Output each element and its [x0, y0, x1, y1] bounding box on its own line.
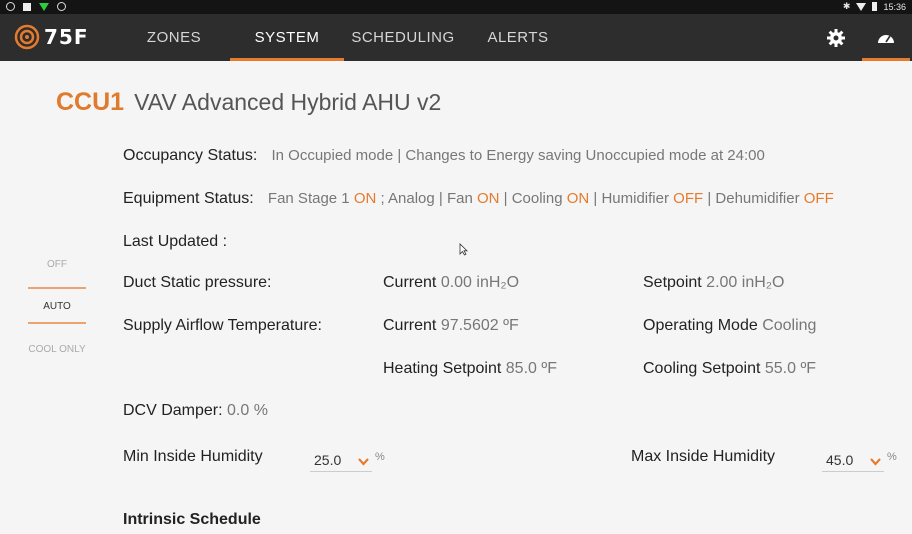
cooling-setpoint: Cooling Setpoint 55.0 ºF	[643, 360, 816, 378]
occupancy-status-value: In Occupied mode | Changes to Energy sav…	[271, 147, 765, 164]
equipment-part-text: ; Analog | Fan	[376, 190, 477, 207]
last-updated-label: Last Updated :	[123, 233, 228, 250]
equipment-part-state: OFF	[673, 190, 704, 207]
occupancy-status-label: Occupancy Status:	[123, 147, 258, 164]
intrinsic-schedule-heading: Intrinsic Schedule	[123, 511, 261, 528]
min-inside-humidity-label: Min Inside Humidity	[123, 448, 263, 465]
sync-icon	[57, 2, 66, 11]
max-humidity-unit: %	[887, 451, 897, 463]
battery-icon	[872, 2, 878, 11]
tab-alerts[interactable]: ALERTS	[478, 14, 558, 61]
dcv-damper: DCV Damper: 0.0 %	[123, 402, 268, 420]
max-humidity-value: 45.0	[826, 452, 854, 468]
mode-selection-divider	[28, 322, 86, 324]
operating-mode: Operating Mode Cooling	[643, 317, 816, 335]
heating-setpoint-value: 85.0 ºF	[505, 360, 557, 377]
equipment-part-text: | Dehumidifier	[703, 190, 804, 207]
supply-current-value: 97.5602 ºF	[440, 317, 519, 334]
signal-icon	[39, 2, 49, 11]
equipment-status-row: Equipment Status: Fan Stage 1 ON ; Analo…	[123, 190, 834, 208]
notification-icon	[6, 2, 15, 11]
page-title: CCU1 VAV Advanced Hybrid AHU v2	[56, 88, 441, 117]
heating-setpoint: Heating Setpoint 85.0 ºF	[383, 360, 557, 378]
mode-off-option[interactable]: OFF	[28, 259, 86, 270]
duct-current-value: 0.00 inH₂O	[440, 274, 520, 291]
heating-setpoint-label: Heating Setpoint	[383, 360, 502, 377]
tab-system[interactable]: SYSTEM	[230, 14, 344, 61]
occupancy-status-row: Occupancy Status: In Occupied mode | Cha…	[123, 147, 765, 165]
min-humidity-unit: %	[375, 451, 385, 463]
status-time: 15:36	[883, 1, 906, 12]
equipment-status-label: Equipment Status:	[123, 190, 254, 207]
chevron-down-icon	[870, 453, 881, 471]
logo-text: 75F	[44, 25, 89, 49]
screenshot-icon	[23, 2, 31, 11]
equipment-part-state: ON	[476, 190, 500, 207]
max-inside-humidity-label: Max Inside Humidity	[631, 448, 776, 465]
mode-cool-only-option[interactable]: COOL ONLY	[28, 344, 86, 355]
duct-current: Current 0.00 inH₂O	[383, 274, 519, 292]
mode-selection-divider	[28, 287, 86, 289]
max-humidity-dropdown[interactable]: 45.0	[822, 449, 884, 472]
top-navigation: 75F ZONES SYSTEM SCHEDULING ALERTS	[0, 14, 912, 61]
system-profile-name: VAV Advanced Hybrid AHU v2	[134, 89, 442, 115]
supply-current-label: Current	[383, 317, 437, 334]
bluetooth-icon: ✱	[842, 1, 851, 11]
equipment-part-text: | Humidifier	[589, 190, 674, 207]
operating-mode-value: Cooling	[762, 317, 817, 334]
brand-logo: 75F	[14, 24, 89, 50]
equipment-part-state: OFF	[803, 190, 834, 207]
status-bar: ✱ 15:36	[0, 0, 912, 14]
operating-mode-label: Operating Mode	[643, 317, 758, 334]
equipment-part-text: | Cooling	[499, 190, 567, 207]
speedometer-icon	[878, 35, 894, 43]
chevron-down-icon	[358, 453, 369, 471]
dcv-damper-value: 0.0 %	[227, 402, 268, 419]
equipment-part-text: Fan Stage 1	[267, 190, 354, 207]
equipment-part-state: ON	[566, 190, 590, 207]
duct-setpoint-value: 2.00 inH₂O	[706, 274, 785, 291]
cooling-setpoint-value: 55.0 ºF	[764, 360, 817, 377]
gear-icon[interactable]	[826, 28, 846, 48]
equipment-part-state: ON	[353, 190, 377, 207]
min-humidity-dropdown[interactable]: 25.0	[310, 449, 372, 472]
duct-current-label: Current	[383, 274, 437, 291]
tab-scheduling[interactable]: SCHEDULING	[346, 14, 460, 61]
ccu-name: CCU1	[56, 88, 125, 116]
duct-setpoint-label: Setpoint	[643, 274, 702, 291]
dcv-damper-label: DCV Damper:	[123, 402, 223, 419]
duct-setpoint: Setpoint 2.00 inH₂O	[643, 274, 784, 292]
duct-static-pressure-label: Duct Static pressure:	[123, 274, 272, 291]
flame-logo-icon	[14, 24, 40, 50]
mouse-cursor-icon	[459, 243, 468, 256]
cooling-setpoint-label: Cooling Setpoint	[643, 360, 761, 377]
supply-airflow-temperature-label: Supply Airflow Temperature:	[123, 317, 322, 334]
wifi-icon	[856, 2, 867, 11]
supply-current: Current 97.5602 ºF	[383, 317, 519, 335]
mode-auto-option[interactable]: AUTO	[28, 301, 86, 312]
tab-dashboard[interactable]	[862, 14, 910, 61]
tab-zones[interactable]: ZONES	[134, 14, 214, 61]
min-humidity-value: 25.0	[314, 452, 342, 468]
